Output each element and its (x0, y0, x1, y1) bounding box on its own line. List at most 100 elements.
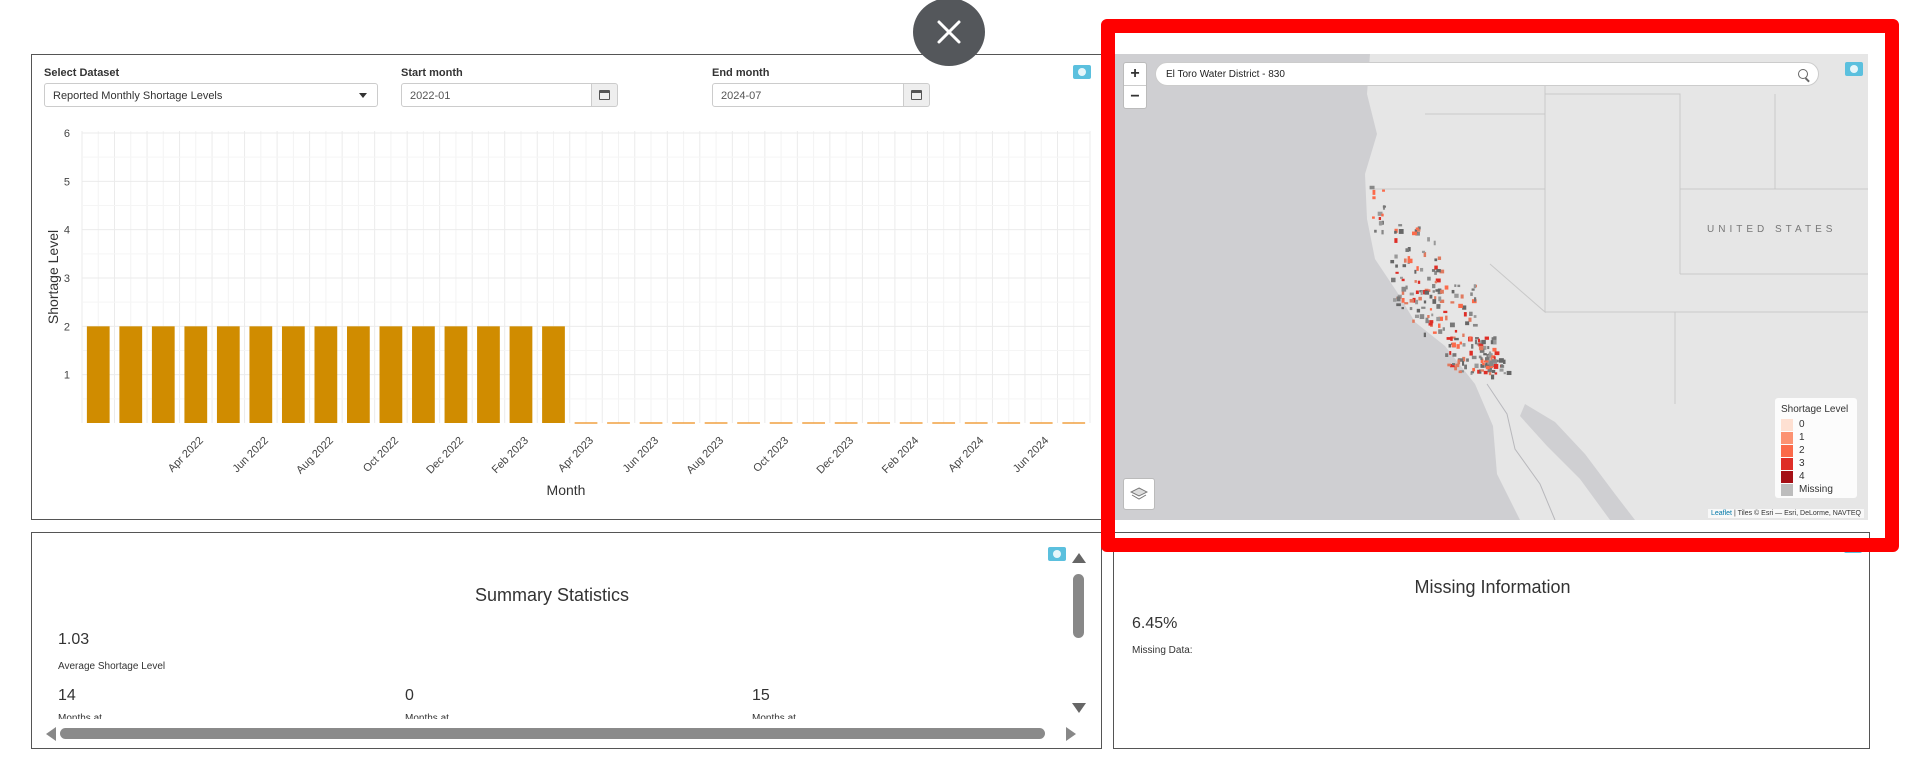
district-marker[interactable] (1469, 311, 1473, 316)
district-marker[interactable] (1462, 361, 1465, 366)
district-marker[interactable] (1374, 229, 1377, 233)
scroll-left-arrow[interactable] (46, 727, 56, 741)
district-marker[interactable] (1400, 276, 1403, 279)
district-marker[interactable] (1478, 345, 1484, 351)
map-info-button[interactable] (1845, 62, 1863, 76)
district-marker[interactable] (1438, 329, 1443, 334)
start-calendar-button[interactable] (592, 83, 618, 107)
district-marker[interactable] (1403, 258, 1407, 263)
district-marker[interactable] (1405, 285, 1408, 290)
district-marker[interactable] (1469, 350, 1473, 356)
district-marker[interactable] (1423, 332, 1426, 338)
district-marker[interactable] (1409, 307, 1413, 311)
district-marker[interactable] (1428, 323, 1433, 326)
district-marker[interactable] (1436, 316, 1441, 322)
district-marker[interactable] (1473, 315, 1477, 318)
district-marker[interactable] (1454, 329, 1458, 333)
district-marker[interactable] (1494, 351, 1500, 356)
district-marker[interactable] (1396, 303, 1401, 307)
district-marker[interactable] (1382, 189, 1385, 192)
district-marker[interactable] (1432, 290, 1435, 293)
district-marker[interactable] (1378, 221, 1383, 226)
district-marker[interactable] (1393, 298, 1397, 302)
district-marker[interactable] (1480, 369, 1484, 372)
district-marker[interactable] (1394, 238, 1398, 243)
district-marker[interactable] (1401, 278, 1405, 282)
district-marker[interactable] (1381, 213, 1384, 217)
district-marker[interactable] (1469, 336, 1472, 341)
district-marker[interactable] (1450, 301, 1455, 304)
district-marker[interactable] (1483, 370, 1488, 375)
district-marker[interactable] (1414, 280, 1417, 283)
district-marker[interactable] (1480, 357, 1483, 361)
district-marker[interactable] (1401, 307, 1404, 310)
district-marker[interactable] (1434, 258, 1438, 262)
district-marker[interactable] (1466, 358, 1469, 362)
district-marker[interactable] (1493, 363, 1499, 369)
district-marker[interactable] (1472, 367, 1476, 372)
district-marker[interactable] (1471, 371, 1475, 374)
district-marker[interactable] (1499, 368, 1504, 372)
district-marker[interactable] (1471, 288, 1475, 291)
district-marker[interactable] (1477, 338, 1480, 343)
dataset-select[interactable]: Reported Monthly Shortage Levels (44, 83, 378, 107)
search-icon[interactable] (1798, 69, 1808, 79)
district-marker[interactable] (1445, 315, 1448, 321)
district-marker[interactable] (1457, 359, 1461, 365)
district-marker[interactable] (1485, 365, 1490, 370)
district-marker[interactable] (1401, 297, 1405, 303)
district-marker[interactable] (1458, 370, 1462, 374)
district-marker[interactable] (1464, 364, 1467, 370)
district-marker[interactable] (1437, 256, 1442, 260)
district-marker[interactable] (1416, 266, 1419, 271)
district-marker[interactable] (1474, 363, 1479, 369)
district-marker[interactable] (1451, 363, 1456, 366)
zoom-in-button[interactable]: + (1124, 63, 1146, 85)
district-marker[interactable] (1493, 356, 1496, 360)
district-marker[interactable] (1391, 277, 1396, 283)
district-marker[interactable] (1484, 336, 1489, 340)
district-marker[interactable] (1462, 343, 1466, 347)
map-panel[interactable]: UNITED STATES + − El Toro Water District… (1115, 54, 1868, 520)
district-marker[interactable] (1487, 346, 1490, 350)
district-marker[interactable] (1470, 292, 1473, 296)
district-marker[interactable] (1477, 369, 1480, 374)
district-marker[interactable] (1369, 185, 1375, 190)
district-marker[interactable] (1454, 293, 1459, 298)
district-marker[interactable] (1443, 310, 1448, 314)
district-marker[interactable] (1420, 267, 1424, 272)
district-marker[interactable] (1462, 333, 1465, 337)
start-month-input[interactable]: 2022-01 (401, 83, 592, 107)
district-marker[interactable] (1424, 290, 1430, 295)
district-marker[interactable] (1398, 224, 1403, 227)
district-marker[interactable] (1409, 299, 1414, 303)
district-marker[interactable] (1493, 336, 1497, 340)
layers-button[interactable] (1123, 478, 1155, 510)
district-marker[interactable] (1433, 240, 1436, 246)
district-marker[interactable] (1434, 280, 1437, 284)
district-marker[interactable] (1493, 339, 1497, 345)
district-marker[interactable] (1449, 351, 1452, 355)
district-marker[interactable] (1483, 353, 1487, 356)
district-marker[interactable] (1447, 363, 1451, 367)
district-marker[interactable] (1458, 303, 1463, 309)
district-marker[interactable] (1395, 271, 1399, 274)
district-marker[interactable] (1414, 314, 1419, 319)
district-marker[interactable] (1442, 327, 1445, 331)
district-marker[interactable] (1483, 360, 1489, 363)
district-marker[interactable] (1473, 284, 1477, 289)
district-marker[interactable] (1401, 286, 1407, 292)
district-marker[interactable] (1452, 353, 1457, 357)
district-marker[interactable] (1471, 355, 1477, 360)
district-marker[interactable] (1425, 317, 1429, 323)
district-marker[interactable] (1429, 294, 1433, 299)
district-marker[interactable] (1398, 229, 1404, 234)
district-marker[interactable] (1372, 216, 1375, 219)
district-marker[interactable] (1372, 196, 1376, 200)
district-marker[interactable] (1434, 296, 1437, 300)
horizontal-scroll-thumb[interactable] (60, 728, 1045, 739)
district-marker[interactable] (1427, 315, 1430, 318)
district-marker[interactable] (1436, 304, 1441, 309)
missing-info-button[interactable] (1844, 539, 1862, 553)
district-marker[interactable] (1490, 374, 1495, 380)
